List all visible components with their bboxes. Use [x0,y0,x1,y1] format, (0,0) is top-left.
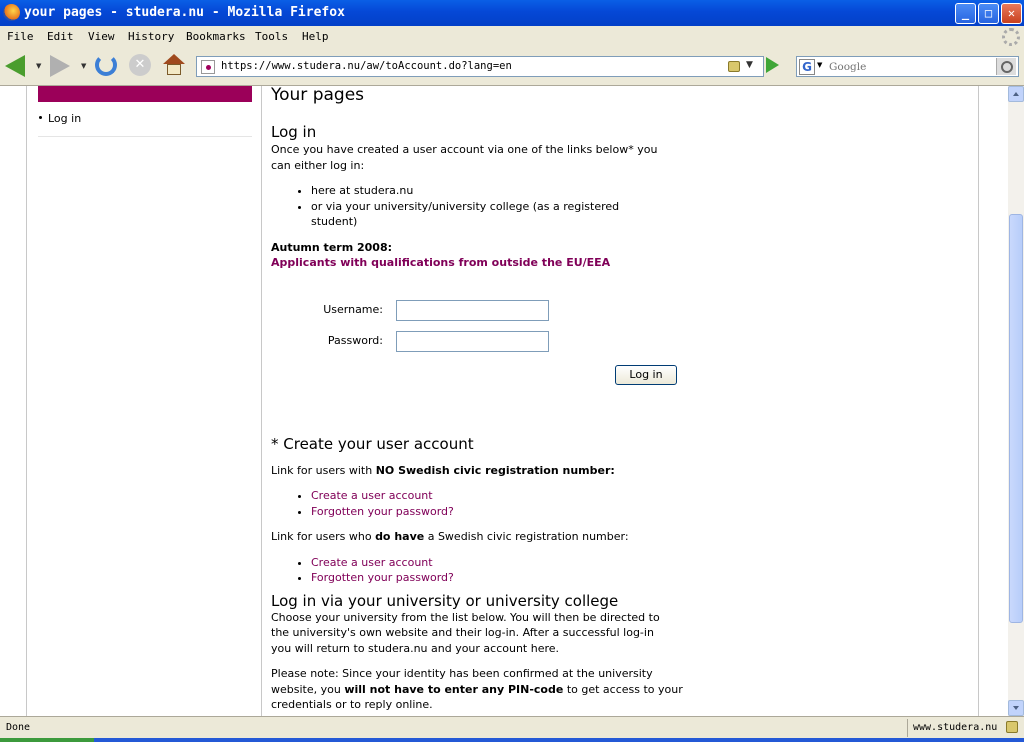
page-right-margin [978,86,979,716]
login-options-list: here at studera.nu or via your universit… [271,183,691,230]
close-button[interactable]: ✕ [1001,3,1022,24]
firefox-icon [3,4,20,21]
university-login-note: Please note: Since your identity has bee… [271,667,683,711]
minimize-button[interactable]: _ [955,3,976,24]
menu-edit[interactable]: Edit [47,30,74,43]
search-engine-dropdown-icon[interactable]: ▼ [817,61,822,69]
maximize-button[interactable]: □ [978,3,999,24]
create-account-link[interactable]: Create a user account [311,489,433,502]
outside-eu-applicants-link[interactable]: Applicants with qualifications from outs… [271,256,610,269]
scroll-up-button[interactable] [1008,86,1024,102]
password-input[interactable] [396,330,549,352]
sidebar-item-label[interactable]: Log in [48,112,81,125]
menu-bar: File Edit View History Bookmarks Tools H… [0,26,1024,48]
vertical-scrollbar[interactable] [1008,86,1024,716]
scroll-thumb[interactable] [1009,214,1023,623]
no-pin-links: Create a user account Forgotten your pas… [271,488,691,519]
search-bar: G ▼ [796,56,1019,77]
menu-history[interactable]: History [128,30,174,43]
create-account-link[interactable]: Create a user account [311,556,433,569]
forward-dropdown-icon[interactable]: ▼ [81,62,86,70]
scroll-down-button[interactable] [1008,700,1024,716]
home-button[interactable] [163,54,187,78]
forgotten-password-link[interactable]: Forgotten your password? [311,571,454,584]
university-login-intro: Choose your university from the list bel… [271,610,660,655]
sidebar-header-bar [38,86,252,102]
username-input[interactable] [396,299,549,321]
window-title: your pages - studera.nu - Mozilla Firefo… [24,5,345,20]
bullet-icon [39,116,42,119]
back-arrow-icon [5,55,25,77]
forward-arrow-icon [50,55,70,77]
create-account-heading: * Create your user account [271,434,474,453]
address-url[interactable]: https://www.studera.nu/aw/toAccount.do?l… [221,60,512,72]
site-favicon-icon [201,60,215,74]
navigation-toolbar: ▼ ▼ ✕ https://www.studera.nu/aw/toAccoun… [0,48,1024,86]
padlock-icon[interactable] [1006,721,1018,733]
with-pin-intro: Link for users who do have a Swedish civ… [271,530,629,543]
window-titlebar[interactable]: your pages - studera.nu - Mozilla Firefo… [0,0,1024,26]
page-left-margin [0,86,27,716]
reload-button[interactable] [95,54,119,78]
username-row: Username: [271,299,691,333]
google-engine-icon[interactable]: G [799,59,815,75]
page-sidebar: Log in [38,86,252,716]
forgotten-password-link[interactable]: Forgotten your password? [311,505,454,518]
status-host: www.studera.nu [907,719,1004,737]
reload-icon [95,54,117,76]
login-button[interactable]: Log in [615,364,677,385]
main-content: Your pages Log in Once you have created … [271,86,691,713]
list-item: here at studera.nu [311,183,691,199]
password-label: Password: [327,333,383,347]
status-text: Done [6,722,31,733]
list-item: or via your university/university colleg… [311,199,651,230]
secure-lock-icon[interactable] [728,61,740,72]
back-dropdown-icon[interactable]: ▼ [36,62,41,70]
start-button[interactable] [0,738,94,742]
login-form: Username: Password: Log in [271,299,691,385]
menu-bookmarks[interactable]: Bookmarks [186,30,246,43]
forward-button[interactable] [50,54,74,78]
menu-tools[interactable]: Tools [255,30,288,43]
username-label: Username: [323,302,383,316]
page-title: Your pages [271,86,365,105]
column-divider [261,86,262,716]
with-pin-links: Create a user account Forgotten your pas… [271,555,691,586]
address-bar[interactable]: https://www.studera.nu/aw/toAccount.do?l… [196,56,764,77]
menu-view[interactable]: View [88,30,115,43]
go-arrow-icon[interactable] [766,57,779,73]
home-icon [163,54,185,76]
login-heading: Log in [271,123,317,141]
stop-icon: ✕ [129,54,151,76]
address-dropdown-icon[interactable]: ▼ [746,60,753,70]
stop-button[interactable]: ✕ [129,54,153,78]
login-intro: Once you have created a user account via… [271,143,658,172]
no-pin-intro: Link for users with NO Swedish civic reg… [271,463,615,477]
sidebar-item-log-in[interactable]: Log in [38,112,252,137]
menu-help[interactable]: Help [302,30,329,43]
menu-file[interactable]: File [7,30,34,43]
taskbar [0,738,1024,742]
back-button[interactable] [5,54,29,78]
page-viewport: Log in Your pages Log in Once you have c… [0,86,1008,716]
term-label: Autumn term 2008: [271,240,393,254]
search-icon[interactable] [996,58,1016,75]
throbber-icon [1002,28,1020,46]
password-row: Password: [271,330,691,364]
university-login-heading: Log in via your university or university… [271,591,619,610]
search-input[interactable] [827,58,992,75]
